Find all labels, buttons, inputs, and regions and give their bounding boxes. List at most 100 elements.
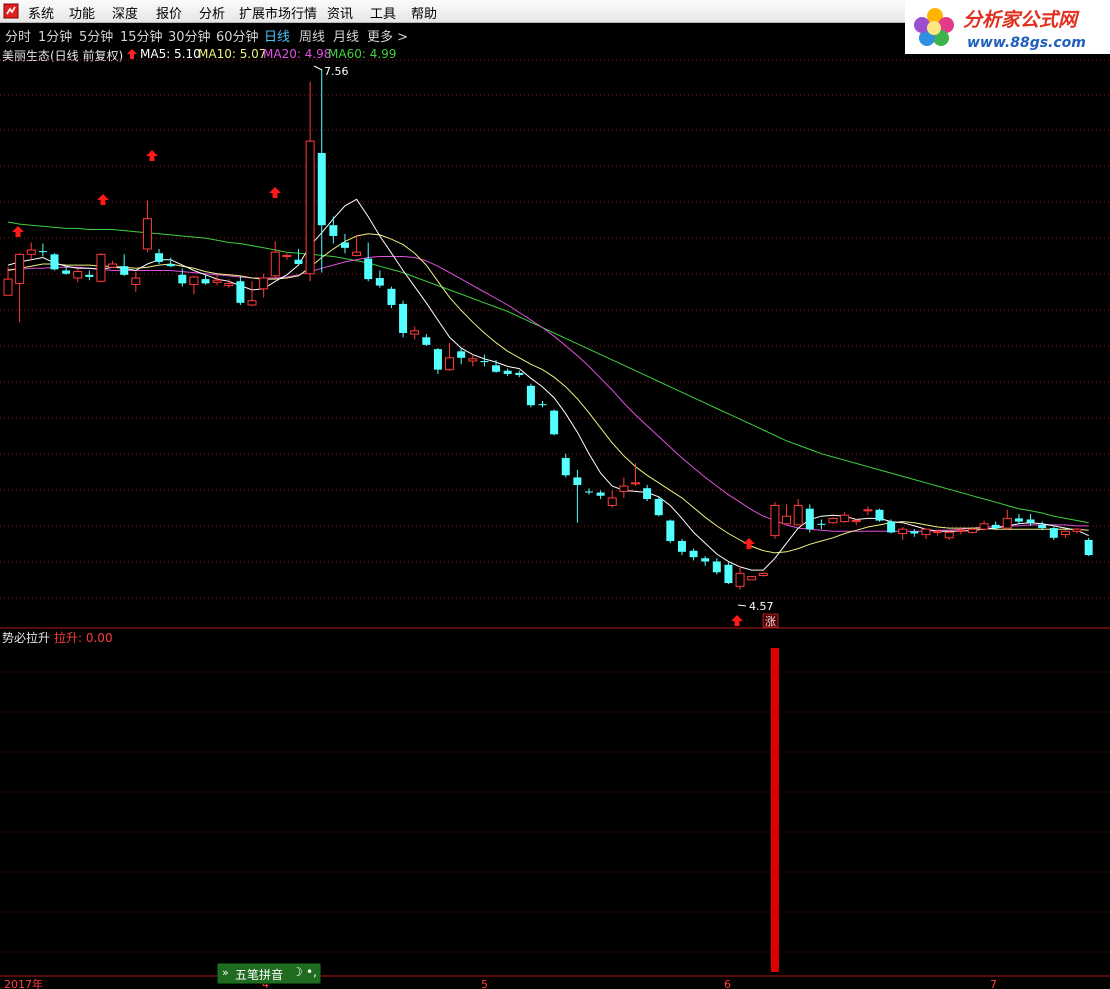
site-logo: 分析家公式网 www.88gs.com: [905, 0, 1110, 54]
signal-bar: [770, 648, 779, 972]
punctuation-icon[interactable]: •,: [306, 965, 317, 979]
candle-body: [967, 528, 977, 533]
candle-body: [585, 491, 593, 493]
ime-status-bar[interactable]: » 五笔拼音 ☽ •,: [217, 963, 321, 984]
candle-body: [550, 410, 559, 435]
candle-body: [898, 528, 908, 534]
indicator-title: 势必拉升: [2, 631, 51, 645]
period-daily[interactable]: 日线: [264, 26, 290, 45]
candle-body: [515, 372, 524, 376]
moving-averages: [7, 198, 1089, 571]
candle-body: [387, 288, 396, 305]
period-weekly[interactable]: 周线: [299, 26, 325, 45]
menu-help[interactable]: 帮助: [411, 3, 437, 22]
candles: [3, 70, 1093, 590]
x-label-may: 5: [481, 978, 488, 989]
period-more[interactable]: 更多 >: [367, 26, 408, 45]
candle-body: [817, 523, 826, 525]
candle-body: [1014, 518, 1023, 522]
period-toolbar: 分时 1分钟 5分钟 15分钟 30分钟 60分钟 日线 周线 月线 更多 >: [0, 23, 905, 45]
x-label-jun: 6: [724, 978, 731, 989]
candle-body: [805, 508, 814, 530]
candle-body: [561, 458, 570, 476]
candle-body: [1060, 530, 1070, 536]
candle-body: [120, 266, 129, 275]
menu-analysis[interactable]: 分析: [199, 3, 225, 22]
candle-body: [782, 515, 792, 525]
candle-body: [677, 541, 686, 552]
period-60min[interactable]: 60分钟: [216, 26, 259, 45]
candle-body: [596, 492, 605, 496]
chart-grid: [0, 59, 1110, 977]
limit-up-badge: 涨: [765, 615, 776, 628]
candle-body: [62, 270, 71, 274]
candle-body: [166, 264, 175, 267]
indicator-value: 拉升: 0.00: [54, 631, 113, 645]
candle-body: [26, 249, 36, 255]
candle-body: [503, 370, 512, 374]
candle-body: [666, 520, 675, 542]
candle-body: [457, 351, 466, 358]
candle-body: [305, 140, 315, 275]
period-30min[interactable]: 30分钟: [168, 26, 211, 45]
app-icon: [3, 3, 19, 19]
candle-body: [15, 253, 25, 284]
menu-tools[interactable]: 工具: [370, 3, 396, 22]
menu-depth[interactable]: 深度: [112, 3, 138, 22]
period-monthly[interactable]: 月线: [333, 26, 359, 45]
menu-quote[interactable]: 报价: [156, 3, 182, 22]
ma10-legend: MA10: 5.07: [198, 47, 267, 61]
menu-system[interactable]: 系统: [28, 3, 54, 22]
menu-news[interactable]: 资讯: [327, 3, 353, 22]
ma10-line: [7, 233, 1089, 554]
candle-body: [236, 281, 245, 303]
menu-extended-market[interactable]: 扩展市场行情: [239, 3, 317, 22]
moon-icon[interactable]: ☽: [292, 965, 303, 979]
candle-body: [979, 523, 989, 530]
candle-body: [1002, 517, 1012, 529]
period-tick[interactable]: 分时: [5, 26, 31, 45]
candle-body: [991, 524, 1000, 529]
candle-body: [224, 282, 234, 287]
menu-function[interactable]: 功能: [69, 3, 95, 22]
buy-arrow-icon: [146, 150, 158, 161]
candle-body: [875, 509, 884, 521]
candle-body: [1049, 528, 1058, 538]
candle-body: [793, 504, 803, 526]
candle-body: [131, 277, 141, 285]
kline-chart[interactable]: 7.56 4.57 涨 2017年 4 5 6 7: [0, 0, 1110, 989]
period-15min[interactable]: 15分钟: [120, 26, 163, 45]
indicator-pane: [770, 648, 779, 972]
buy-arrow-icon: [12, 226, 24, 237]
candle-body: [1072, 528, 1082, 532]
candle-body: [142, 218, 152, 250]
ime-toggle-icon[interactable]: »: [222, 966, 229, 979]
ma60-legend: MA60: 4.99: [328, 47, 397, 61]
low-pointer: [737, 604, 747, 607]
candle-body: [282, 254, 292, 257]
candle-body: [155, 253, 164, 262]
candle-body: [933, 530, 943, 533]
candle-body: [630, 482, 640, 485]
candle-body: [863, 509, 873, 512]
candle-body: [73, 271, 83, 279]
period-5min[interactable]: 5分钟: [79, 26, 113, 45]
candle-body: [492, 365, 501, 372]
candle-body: [526, 385, 535, 406]
candle-body: [96, 253, 106, 282]
period-1min[interactable]: 1分钟: [38, 26, 72, 45]
candle-body: [201, 279, 210, 284]
candle-body: [956, 529, 966, 532]
ma20-legend: MA20: 4.98: [263, 47, 332, 61]
candle-body: [851, 520, 861, 523]
candle-body: [352, 251, 362, 256]
candle-body: [422, 337, 431, 345]
candle-body: [247, 300, 257, 306]
buy-arrow-icon: [731, 615, 743, 626]
logo-url: www.88gs.com: [967, 35, 1086, 51]
signal-markers: [12, 65, 755, 626]
ma60-line: [7, 221, 1089, 524]
candle-body: [921, 528, 931, 536]
candle-body: [85, 274, 94, 277]
candle-body: [38, 251, 47, 253]
